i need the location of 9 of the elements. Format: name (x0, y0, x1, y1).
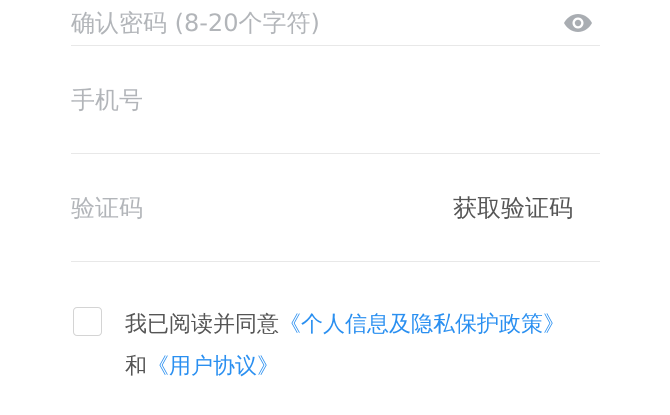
privacy-policy-link[interactable]: 《个人信息及隐私保护政策》 (279, 312, 565, 337)
input-field[interactable]: 手机号 (71, 86, 600, 114)
eye-icon[interactable] (563, 12, 593, 32)
checkbox[interactable] (73, 307, 102, 336)
input-field[interactable]: 验证码 (71, 194, 441, 222)
get-code-button[interactable]: 获取验证码 (453, 192, 600, 224)
agreement-text: 我已阅读并同意《个人信息及隐私保护政策》 和《用户协议》 (125, 311, 565, 381)
user-agreement-link[interactable]: 《用户协议》 (147, 354, 279, 379)
input-field[interactable]: 确认密码 (8-20个字符) (71, 8, 551, 36)
